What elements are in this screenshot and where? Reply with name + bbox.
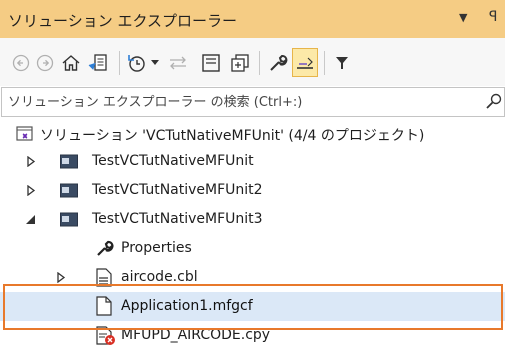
tree-item-properties[interactable]: Properties — [0, 234, 505, 263]
tree-item-label: TestVCTutNativeMFUnit2 — [92, 182, 263, 198]
solution-explorer-toolbar — [0, 38, 505, 86]
tree-item-project[interactable]: TestVCTutNativeMFUnit3 — [0, 205, 505, 234]
tree-item-file-selected[interactable]: Application1.mfgcf — [0, 292, 505, 321]
search-icon[interactable] — [486, 93, 502, 115]
toolbar-separator — [324, 51, 325, 75]
tree-item-label: aircode.cbl — [121, 269, 198, 285]
preview-selected-items-button[interactable] — [292, 48, 318, 77]
forward-button[interactable] — [34, 50, 56, 76]
properties-wrench-icon — [270, 55, 288, 71]
solution-tree: ソリューション 'VCTutNativeMFUnit' (4/4 のプロジェクト… — [0, 118, 505, 351]
sync-with-active-document-icon — [170, 56, 186, 70]
window-menu-dropdown-icon[interactable]: ▼ — [459, 11, 467, 24]
toolbar-separator — [259, 51, 260, 75]
properties-button[interactable] — [266, 50, 290, 76]
expand-arrow-icon[interactable] — [56, 272, 66, 283]
home-button[interactable] — [60, 50, 82, 76]
wrench-icon — [96, 239, 114, 261]
show-all-files-icon — [231, 54, 249, 72]
collapse-all-button[interactable] — [199, 50, 223, 76]
tree-item-solution[interactable]: ソリューション 'VCTutNativeMFUnit' (4/4 のプロジェクト… — [0, 119, 505, 148]
switch-views-button[interactable] — [86, 50, 110, 76]
solution-explorer-title-bar: ソリューション エクスプローラー ▼ ꟼ — [0, 0, 505, 38]
back-button[interactable] — [10, 50, 32, 76]
tree-item-file[interactable]: MFUPD_AIRCODE.cpy — [0, 321, 505, 350]
solution-label: ソリューション 'VCTutNativeMFUnit' (4/4 のプロジェクト… — [40, 128, 425, 144]
tree-item-label: TestVCTutNativeMFUnit3 — [92, 211, 263, 227]
toolbar-separator — [119, 51, 120, 75]
tree-item-file[interactable]: aircode.cbl — [0, 263, 505, 292]
project-icon — [60, 212, 78, 232]
document-icon — [96, 296, 112, 320]
tree-item-label: Application1.mfgcf — [121, 298, 253, 314]
tree-item-label: TestVCTutNativeMFUnit — [92, 153, 254, 169]
project-icon — [60, 154, 78, 174]
copybook-file-error-icon — [96, 326, 116, 350]
show-all-files-button[interactable] — [228, 50, 252, 76]
switch-views-icon — [88, 54, 107, 71]
expand-arrow-icon[interactable] — [26, 156, 36, 167]
window-title: ソリューション エクスプローラー — [8, 12, 238, 30]
search-box — [1, 87, 505, 117]
cobol-file-icon — [96, 268, 112, 291]
collapse-arrow-icon[interactable] — [26, 214, 36, 225]
forward-icon — [36, 54, 54, 72]
dropdown-arrow-icon — [151, 60, 159, 65]
filter-button[interactable] — [331, 50, 353, 76]
tree-item-project[interactable]: TestVCTutNativeMFUnit2 — [0, 176, 505, 205]
tree-item-project[interactable]: TestVCTutNativeMFUnit — [0, 147, 505, 176]
pending-changes-filter-icon — [128, 55, 145, 72]
pin-icon[interactable]: ꟼ — [489, 9, 497, 25]
expand-arrow-icon[interactable] — [26, 185, 36, 196]
preview-selected-items-icon — [297, 57, 313, 69]
back-icon — [12, 54, 30, 72]
home-icon — [62, 55, 80, 71]
search-input[interactable] — [8, 93, 478, 111]
project-icon — [60, 183, 78, 203]
tree-item-label: MFUPD_AIRCODE.cpy — [121, 327, 271, 343]
sync-with-active-document-button[interactable] — [166, 50, 190, 76]
pending-changes-dropdown[interactable] — [149, 50, 161, 76]
pending-changes-filter-button[interactable] — [124, 50, 148, 76]
collapse-all-icon — [202, 54, 220, 72]
solution-icon — [16, 125, 34, 147]
filter-icon — [336, 57, 348, 69]
tree-item-label: Properties — [121, 240, 192, 256]
